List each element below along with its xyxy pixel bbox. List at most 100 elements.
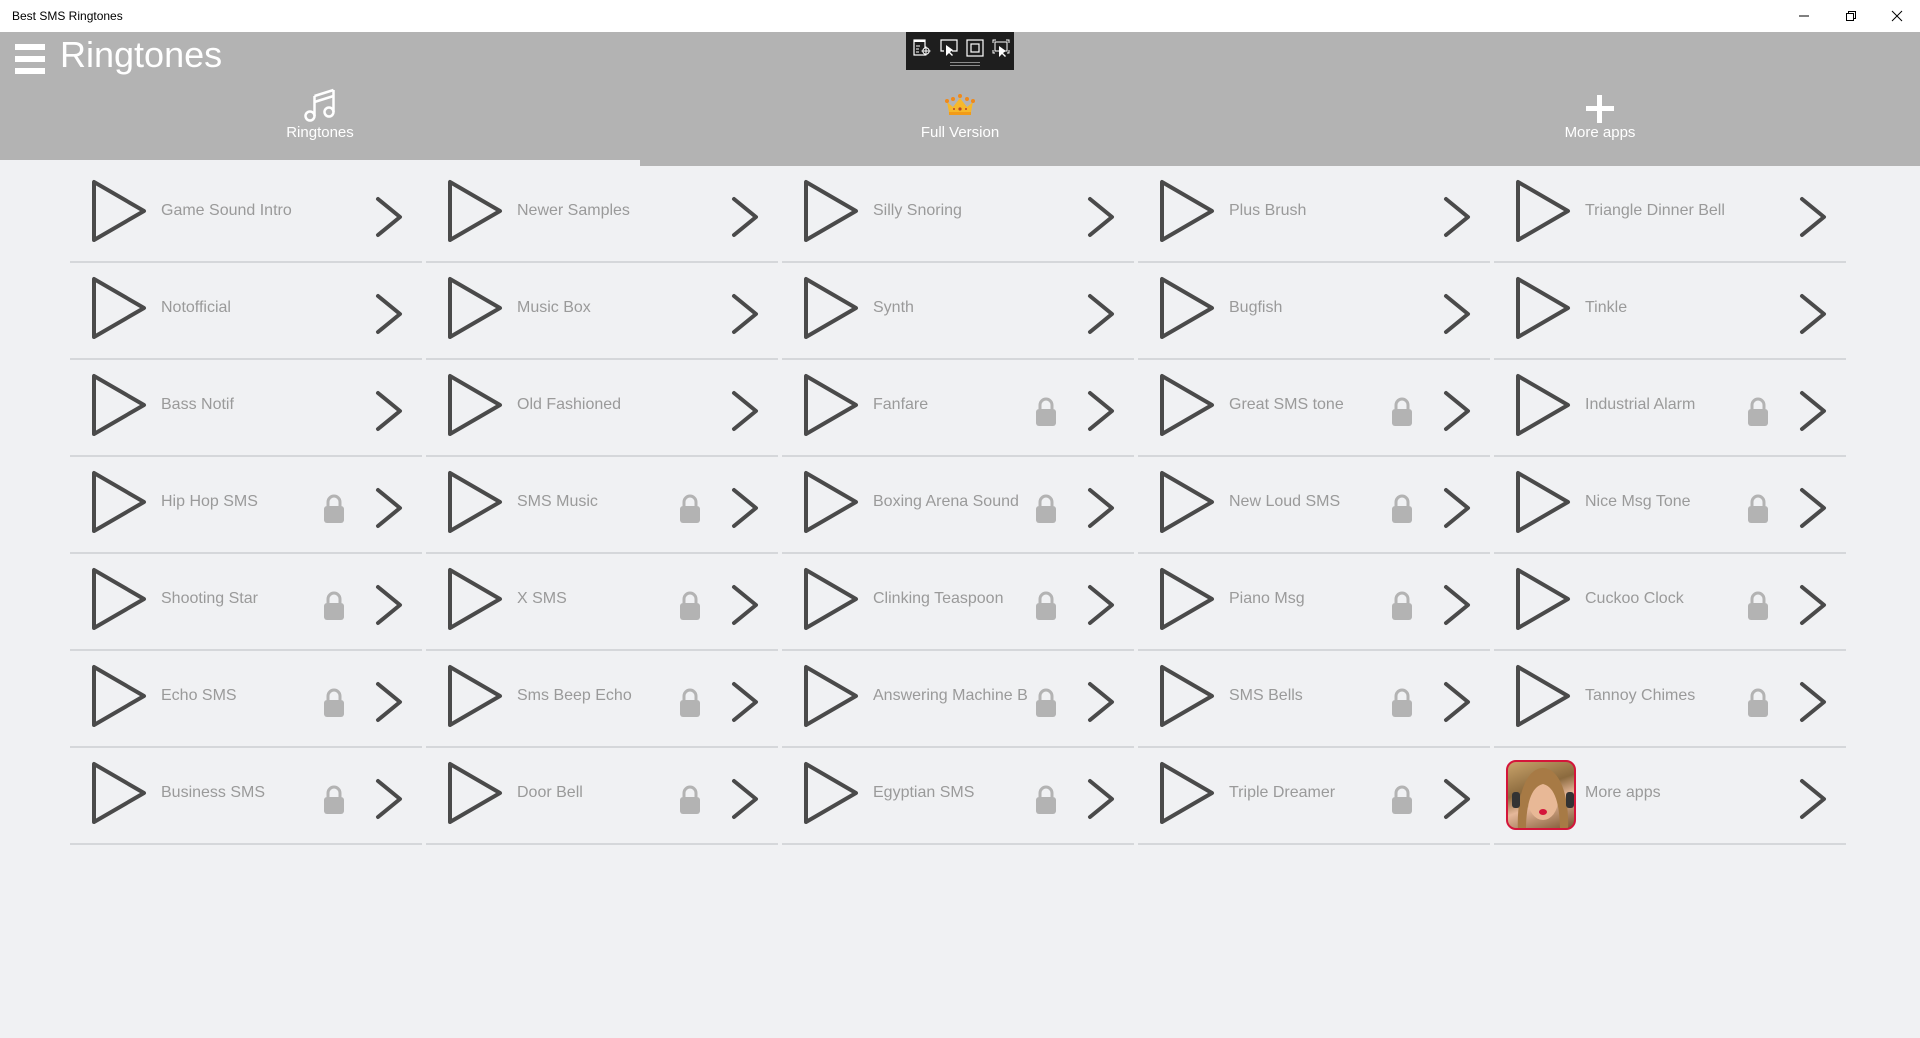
chevron-right-icon[interactable] xyxy=(1799,681,1827,723)
play-icon[interactable] xyxy=(1158,663,1216,729)
play-icon[interactable] xyxy=(802,178,860,244)
ringtone-item[interactable]: Shooting Star xyxy=(70,554,422,651)
chevron-right-icon[interactable] xyxy=(1799,293,1827,335)
restore-button[interactable] xyxy=(1828,0,1874,32)
play-icon[interactable] xyxy=(802,566,860,632)
ringtone-item[interactable]: SMS Music xyxy=(426,457,778,554)
chevron-right-icon[interactable] xyxy=(1799,584,1827,626)
play-icon[interactable] xyxy=(90,275,148,341)
ringtone-item[interactable]: Cuckoo Clock xyxy=(1494,554,1846,651)
ringtone-item[interactable]: Echo SMS xyxy=(70,651,422,748)
ringtone-item[interactable]: SMS Bells xyxy=(1138,651,1490,748)
chevron-right-icon[interactable] xyxy=(1799,778,1827,820)
chevron-right-icon[interactable] xyxy=(1443,681,1471,723)
play-icon[interactable] xyxy=(802,469,860,535)
app-thumbnail[interactable] xyxy=(1506,760,1576,830)
play-icon[interactable] xyxy=(1514,275,1572,341)
ringtone-item[interactable]: Notofficial xyxy=(70,263,422,360)
chevron-right-icon[interactable] xyxy=(375,584,403,626)
ringtone-item[interactable]: Egyptian SMS xyxy=(782,748,1134,845)
ringtone-item[interactable]: New Loud SMS xyxy=(1138,457,1490,554)
play-icon[interactable] xyxy=(1158,760,1216,826)
ringtone-item[interactable]: Game Sound Intro xyxy=(70,166,422,263)
play-icon[interactable] xyxy=(1158,178,1216,244)
play-icon[interactable] xyxy=(1514,469,1572,535)
tab-more-apps[interactable]: More apps xyxy=(1280,32,1920,166)
frame-icon[interactable] xyxy=(965,38,985,58)
chevron-right-icon[interactable] xyxy=(731,778,759,820)
ringtone-item[interactable]: Tinkle xyxy=(1494,263,1846,360)
play-icon[interactable] xyxy=(446,178,504,244)
play-icon[interactable] xyxy=(90,372,148,438)
play-icon[interactable] xyxy=(1158,372,1216,438)
play-icon[interactable] xyxy=(1514,372,1572,438)
play-icon[interactable] xyxy=(1514,663,1572,729)
chevron-right-icon[interactable] xyxy=(1443,487,1471,529)
ringtone-item[interactable]: Answering Machine B xyxy=(782,651,1134,748)
chevron-right-icon[interactable] xyxy=(1087,487,1115,529)
play-icon[interactable] xyxy=(802,275,860,341)
chevron-right-icon[interactable] xyxy=(731,196,759,238)
chevron-right-icon[interactable] xyxy=(375,681,403,723)
play-icon[interactable] xyxy=(1158,275,1216,341)
ringtone-item[interactable]: Industrial Alarm xyxy=(1494,360,1846,457)
play-icon[interactable] xyxy=(446,663,504,729)
chevron-right-icon[interactable] xyxy=(375,778,403,820)
select-element-icon[interactable] xyxy=(939,38,959,58)
chevron-right-icon[interactable] xyxy=(1443,196,1471,238)
chevron-right-icon[interactable] xyxy=(1087,681,1115,723)
play-icon[interactable] xyxy=(446,275,504,341)
play-icon[interactable] xyxy=(802,372,860,438)
ringtone-item[interactable]: Nice Msg Tone xyxy=(1494,457,1846,554)
chevron-right-icon[interactable] xyxy=(375,390,403,432)
chevron-right-icon[interactable] xyxy=(1443,778,1471,820)
chevron-right-icon[interactable] xyxy=(731,681,759,723)
play-icon[interactable] xyxy=(90,760,148,826)
chevron-right-icon[interactable] xyxy=(731,390,759,432)
chevron-right-icon[interactable] xyxy=(1443,293,1471,335)
ringtone-item[interactable]: Newer Samples xyxy=(426,166,778,263)
ringtone-item[interactable]: Plus Brush xyxy=(1138,166,1490,263)
hamburger-menu-button[interactable] xyxy=(15,44,45,74)
drag-handle[interactable] xyxy=(950,62,980,63)
ringtone-item[interactable]: Triple Dreamer xyxy=(1138,748,1490,845)
ringtone-item[interactable]: Triangle Dinner Bell xyxy=(1494,166,1846,263)
play-icon[interactable] xyxy=(90,566,148,632)
play-icon[interactable] xyxy=(446,372,504,438)
chevron-right-icon[interactable] xyxy=(1799,196,1827,238)
chevron-right-icon[interactable] xyxy=(1443,390,1471,432)
ringtone-item[interactable]: Hip Hop SMS xyxy=(70,457,422,554)
close-button[interactable] xyxy=(1874,0,1920,32)
ringtone-item[interactable]: X SMS xyxy=(426,554,778,651)
chevron-right-icon[interactable] xyxy=(1087,584,1115,626)
inspect-icon[interactable] xyxy=(912,38,932,58)
play-icon[interactable] xyxy=(1158,469,1216,535)
play-icon[interactable] xyxy=(1158,566,1216,632)
play-icon[interactable] xyxy=(1514,566,1572,632)
play-icon[interactable] xyxy=(90,178,148,244)
chevron-right-icon[interactable] xyxy=(375,196,403,238)
ringtone-item[interactable]: Bugfish xyxy=(1138,263,1490,360)
minimize-button[interactable] xyxy=(1781,0,1827,32)
chevron-right-icon[interactable] xyxy=(1799,487,1827,529)
chevron-right-icon[interactable] xyxy=(731,293,759,335)
ringtone-item[interactable]: Old Fashioned xyxy=(426,360,778,457)
chevron-right-icon[interactable] xyxy=(1087,293,1115,335)
screen-select-icon[interactable] xyxy=(991,38,1011,58)
more-apps-item[interactable]: More apps xyxy=(1494,748,1846,845)
play-icon[interactable] xyxy=(446,566,504,632)
ringtone-item[interactable]: Boxing Arena Sound xyxy=(782,457,1134,554)
chevron-right-icon[interactable] xyxy=(1799,390,1827,432)
ringtone-item[interactable]: Great SMS tone xyxy=(1138,360,1490,457)
play-icon[interactable] xyxy=(802,760,860,826)
chevron-right-icon[interactable] xyxy=(375,487,403,529)
play-icon[interactable] xyxy=(1514,178,1572,244)
chevron-right-icon[interactable] xyxy=(1087,390,1115,432)
chevron-right-icon[interactable] xyxy=(1087,778,1115,820)
ringtone-item[interactable]: Bass Notif xyxy=(70,360,422,457)
ringtone-item[interactable]: Tannoy Chimes xyxy=(1494,651,1846,748)
chevron-right-icon[interactable] xyxy=(731,487,759,529)
ringtone-item[interactable]: Fanfare xyxy=(782,360,1134,457)
play-icon[interactable] xyxy=(446,469,504,535)
play-icon[interactable] xyxy=(802,663,860,729)
